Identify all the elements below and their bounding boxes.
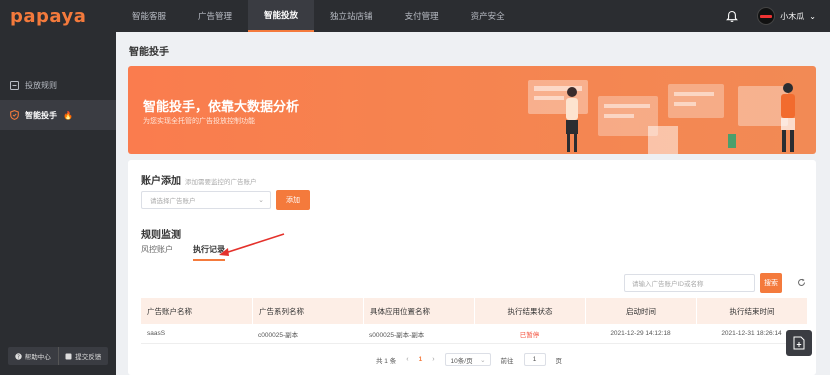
sidebar-item-smart-pitcher[interactable]: 智能投手 🔥 <box>0 100 116 130</box>
page-title: 智能投手 <box>129 47 169 58</box>
next-page-icon[interactable]: › <box>432 356 434 363</box>
submit-feedback-button[interactable]: 提交反馈 <box>57 347 109 365</box>
nav-ad-management[interactable]: 广告管理 <box>182 0 248 32</box>
sidebar-footer: ? 帮助中心 提交反馈 <box>8 347 108 365</box>
cell-ad-account-name: saasS <box>147 330 166 337</box>
sidebar-item-label: 投放规则 <box>25 80 57 90</box>
user-menu[interactable]: 小木瓜 ⌄ <box>757 7 816 25</box>
cell-placement-name: s000025-副本-副本 <box>369 331 425 339</box>
help-icon: ? <box>15 352 22 360</box>
page-size-select[interactable]: 10条/页 ⌄ <box>444 353 491 366</box>
feedback-icon <box>65 353 72 359</box>
avatar <box>757 7 776 25</box>
shield-icon <box>10 110 19 120</box>
cell-campaign-name: c000025-副本 <box>258 331 299 339</box>
sidebar: 投放规则 智能投手 🔥 ? 帮助中心 提交反馈 <box>0 32 116 375</box>
document-export-icon <box>793 336 805 350</box>
cell-start-time: 2021-12-29 14:12:18 <box>610 330 671 337</box>
rules-icon <box>10 80 19 90</box>
page-size-value: 10条/页 <box>450 357 473 365</box>
nav-payment-management[interactable]: 支付管理 <box>389 0 455 32</box>
nav-standalone-store[interactable]: 独立站店铺 <box>314 0 389 32</box>
banner-subtitle: 为您实现全托管的广告投放控制功能 <box>143 118 255 125</box>
refresh-icon[interactable] <box>797 278 806 287</box>
col-result-status: 执行结果状态 <box>474 298 585 324</box>
hero-banner: 智能投手，依靠大数据分析 为您实现全托管的广告投放控制功能 <box>128 66 816 154</box>
annotation-arrow-icon <box>219 233 285 256</box>
main-content: 智能投手 智能投手，依靠大数据分析 为您实现全托管的广告投放控制功能 账户添加 … <box>116 32 830 375</box>
nav-asset-security[interactable]: 资产安全 <box>455 0 521 32</box>
chevron-down-icon: ⌄ <box>809 11 816 21</box>
col-placement-name: 具体应用位置名称 <box>363 298 474 324</box>
help-center-label: 帮助中心 <box>24 354 51 361</box>
pagination-total: 共 1 条 <box>376 357 397 365</box>
help-center-button[interactable]: ? 帮助中心 <box>8 347 58 365</box>
page-suffix: 页 <box>555 357 563 365</box>
rules-title: 规则监测 <box>141 230 181 241</box>
bell-icon[interactable] <box>725 9 739 23</box>
account-search-input[interactable]: 请输入广告账户ID或名称 <box>624 274 755 292</box>
banner-title: 智能投手，依靠大数据分析 <box>143 99 300 114</box>
ad-account-select-placeholder: 请选择广告账户 <box>150 198 196 205</box>
status-badge: 已暂停 <box>519 331 540 339</box>
execution-records-table: 广告账户名称 广告系列名称 具体应用位置名称 执行结果状态 启动时间 执行结束时… <box>141 298 807 344</box>
tab-risk-accounts[interactable]: 风控账户 <box>141 244 173 261</box>
ad-account-select[interactable]: 请选择广告账户 ⌄ <box>141 191 271 209</box>
svg-text:?: ? <box>17 354 20 360</box>
account-add-title-text: 账户添加 <box>141 176 181 187</box>
banner-illustration <box>528 80 795 154</box>
goto-page-input[interactable]: 1 <box>523 353 546 366</box>
col-campaign-name: 广告系列名称 <box>252 298 363 324</box>
page-number-current[interactable]: 1 <box>419 356 423 363</box>
main-nav: 智能客服 广告管理 智能投放 独立站店铺 支付管理 资产安全 <box>116 0 521 32</box>
col-start-time: 启动时间 <box>585 298 696 324</box>
table-header: 广告账户名称 广告系列名称 具体应用位置名称 执行结果状态 启动时间 执行结束时… <box>141 298 807 324</box>
col-ad-account-name: 广告账户名称 <box>147 306 192 316</box>
top-navbar: papaya 智能客服 广告管理 智能投放 独立站店铺 支付管理 资产安全 小木… <box>0 0 830 32</box>
fire-icon: 🔥 <box>63 110 73 120</box>
user-name: 小木瓜 <box>780 11 805 21</box>
prev-page-icon[interactable]: ‹ <box>406 356 408 363</box>
account-card: 账户添加 添加需要监控的广告账户 请选择广告账户 ⌄ 添加 规则监测 风控账户 执… <box>128 160 816 375</box>
sidebar-item-label: 智能投手 <box>25 110 57 120</box>
goto-label: 前往 <box>500 357 514 365</box>
nav-smart-delivery[interactable]: 智能投放 <box>248 0 315 32</box>
submit-feedback-label: 提交反馈 <box>75 354 102 361</box>
table-row[interactable]: saasS c000025-副本 s000025-副本-副本 已暂停 2021-… <box>141 324 807 344</box>
add-button[interactable]: 添加 <box>276 190 310 210</box>
sidebar-item-delivery-rules[interactable]: 投放规则 <box>0 70 116 100</box>
export-button[interactable] <box>786 330 812 356</box>
nav-smart-service[interactable]: 智能客服 <box>116 0 182 32</box>
account-add-title: 账户添加 添加需要监控的广告账户 <box>141 172 257 187</box>
search-button[interactable]: 搜索 <box>760 273 782 293</box>
chevron-down-icon: ⌄ <box>480 357 486 364</box>
col-end-time: 执行结束时间 <box>696 298 807 324</box>
pagination: 共 1 条 ‹ 1 › 10条/页 ⌄ 前往 1 页 <box>376 353 562 366</box>
papaya-logo[interactable]: papaya <box>0 0 116 32</box>
chevron-down-icon: ⌄ <box>258 197 264 204</box>
account-add-hint: 添加需要监控的广告账户 <box>185 179 257 186</box>
rules-tabs: 风控账户 执行记录 <box>141 244 225 261</box>
